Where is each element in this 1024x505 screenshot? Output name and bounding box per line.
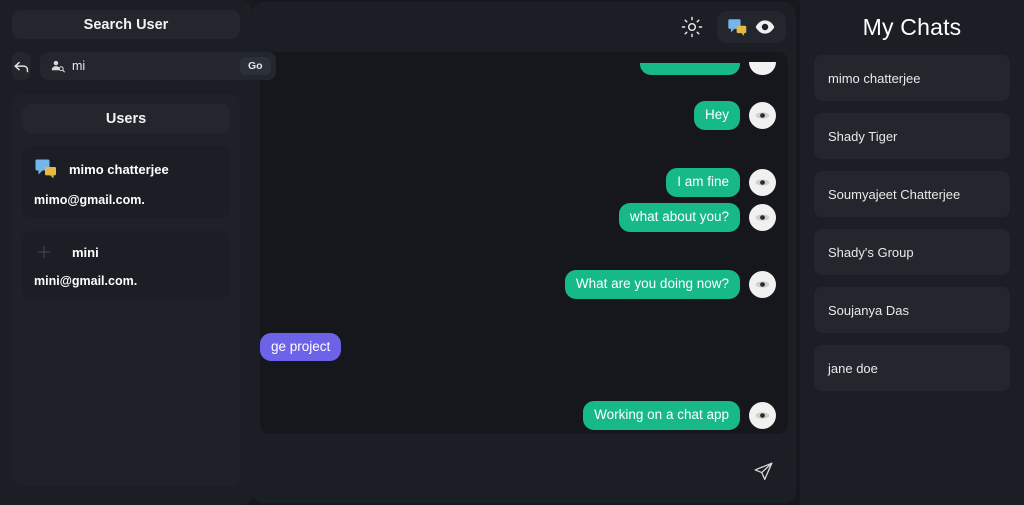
user-email: mini@gmail.com. (34, 274, 138, 288)
chat-list-item[interactable]: mimo chatterjee (814, 55, 1010, 101)
message-avatar[interactable] (749, 203, 776, 231)
my-chats-title: My Chats (862, 14, 962, 40)
message-row: Working on a chat app (272, 401, 776, 431)
user-email: mimo@gmail.com. (34, 193, 145, 207)
search-user-header: Search User (12, 10, 240, 39)
send-button[interactable] (753, 461, 774, 482)
search-row: Go (12, 52, 276, 80)
user-card-header: mini (34, 242, 218, 262)
user-name: mimo chatterjee (69, 161, 169, 177)
user-card-header: mimo chatterjee (34, 157, 218, 181)
users-results-panel: Users mimo chatterjee mimo@gmail.com. mi… (12, 94, 240, 486)
message-avatar[interactable] (749, 402, 776, 430)
user-result-card[interactable]: mini mini@gmail.com. (22, 231, 230, 299)
message-avatar[interactable] (749, 62, 776, 75)
message-row (272, 62, 776, 75)
chat-list-item[interactable]: jane doe (814, 345, 1010, 391)
sun-icon (681, 16, 703, 38)
message-avatar[interactable] (749, 101, 776, 129)
message-avatar[interactable] (749, 168, 776, 196)
message-bubble: what about you? (618, 202, 740, 232)
chat-bubbles-icon (34, 157, 58, 181)
message-input[interactable] (274, 464, 753, 479)
message-bubble: Working on a chat app (583, 401, 740, 431)
eye-icon (755, 412, 770, 419)
send-paper-plane-icon (754, 462, 773, 481)
back-arrow-icon (14, 61, 29, 72)
chat-panel: Hey I am fine what about you? What are y… (252, 2, 796, 503)
chat-application: Hey I am fine what about you? What are y… (0, 0, 1024, 505)
message-bubble: What are you doing now? (564, 269, 740, 299)
message-row: What are you doing now? (272, 269, 776, 299)
eye-icon (755, 214, 770, 221)
message-row: I am fine (272, 167, 776, 197)
chat-list-item[interactable]: Shady's Group (814, 229, 1010, 275)
my-chats-sidebar: My Chats mimo chatterjee Shady Tiger Sou… (800, 0, 1024, 505)
message-bubble: I am fine (666, 167, 740, 197)
back-button[interactable] (12, 52, 31, 80)
message-row: what about you? (272, 202, 776, 232)
chat-list-item[interactable]: Soujanya Das (814, 287, 1010, 333)
broken-image-icon (34, 242, 54, 262)
eye-icon (755, 112, 770, 119)
chat-toolbar (252, 2, 796, 52)
users-header: Users (22, 104, 230, 133)
search-field[interactable]: Go (40, 52, 276, 80)
brightness-toggle-button[interactable] (675, 10, 709, 44)
message-bubble (640, 62, 740, 75)
eye-icon (755, 179, 770, 186)
eye-icon (754, 16, 776, 38)
user-result-card[interactable]: mimo chatterjee mimo@gmail.com. (22, 146, 230, 218)
chat-list-item[interactable]: Soumyajeet Chatterjee (814, 171, 1010, 217)
search-user-sidebar: Search User Go (0, 0, 276, 505)
user-name: mini (72, 244, 99, 260)
message-avatar[interactable] (749, 270, 776, 298)
eye-icon (755, 280, 770, 288)
person-search-icon (50, 59, 65, 74)
chat-header-avatar-group[interactable] (717, 11, 786, 43)
chat-bubbles-icon (727, 17, 748, 38)
message-bubble: ge project (260, 332, 342, 362)
message-list[interactable]: Hey I am fine what about you? What are y… (260, 52, 788, 434)
message-row: Hey (272, 101, 776, 130)
message-bubble: Hey (693, 101, 740, 130)
message-row: ge project (260, 332, 776, 362)
search-input[interactable] (72, 59, 233, 73)
message-composer (260, 448, 788, 495)
chat-list-item[interactable]: Shady Tiger (814, 113, 1010, 159)
search-go-button[interactable]: Go (240, 57, 271, 75)
